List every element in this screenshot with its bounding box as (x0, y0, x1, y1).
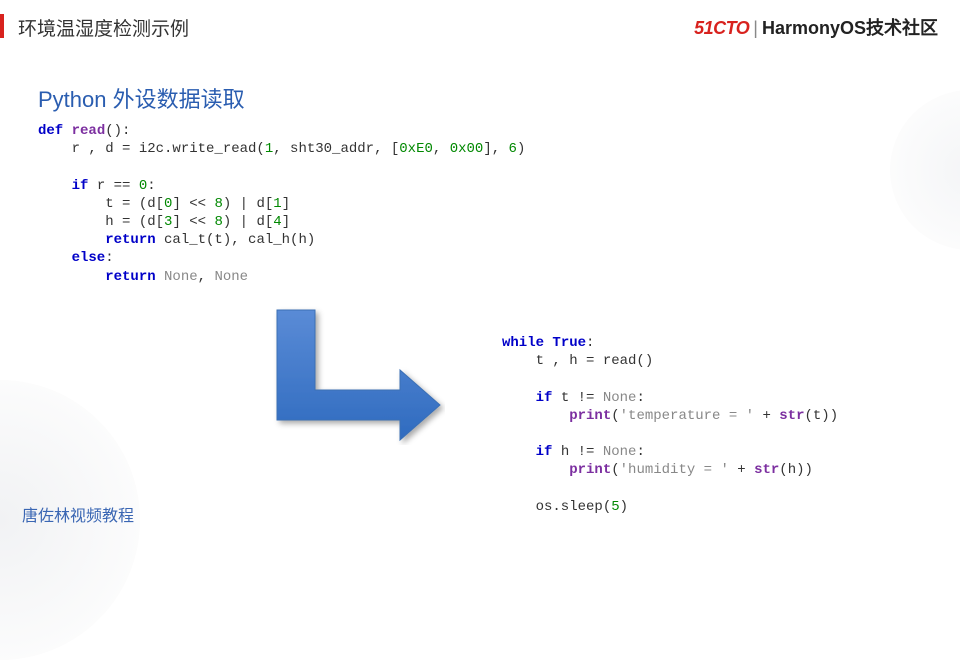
arrow-icon (265, 305, 445, 445)
brand-separator: | (753, 18, 758, 38)
section-title: Python 外设数据读取 (38, 82, 245, 114)
brand-community: HarmonyOS技术社区 (762, 18, 938, 38)
brand-logo: 51CTO (694, 18, 749, 38)
code-block-loop: while True: t , h = read() if t != None:… (502, 334, 838, 516)
brand-block: 51CTO|HarmonyOS技术社区 (694, 14, 938, 40)
code-block-read: def read(): r , d = i2c.write_read(1, sh… (38, 122, 525, 286)
accent-bar (0, 14, 4, 38)
footer-credit: 唐佐林视频教程 (22, 502, 134, 526)
header: 环境温湿度检测示例 51CTO|HarmonyOS技术社区 (0, 0, 960, 48)
bg-decoration-1 (890, 90, 960, 250)
slide-topic: 环境温湿度检测示例 (18, 14, 189, 41)
